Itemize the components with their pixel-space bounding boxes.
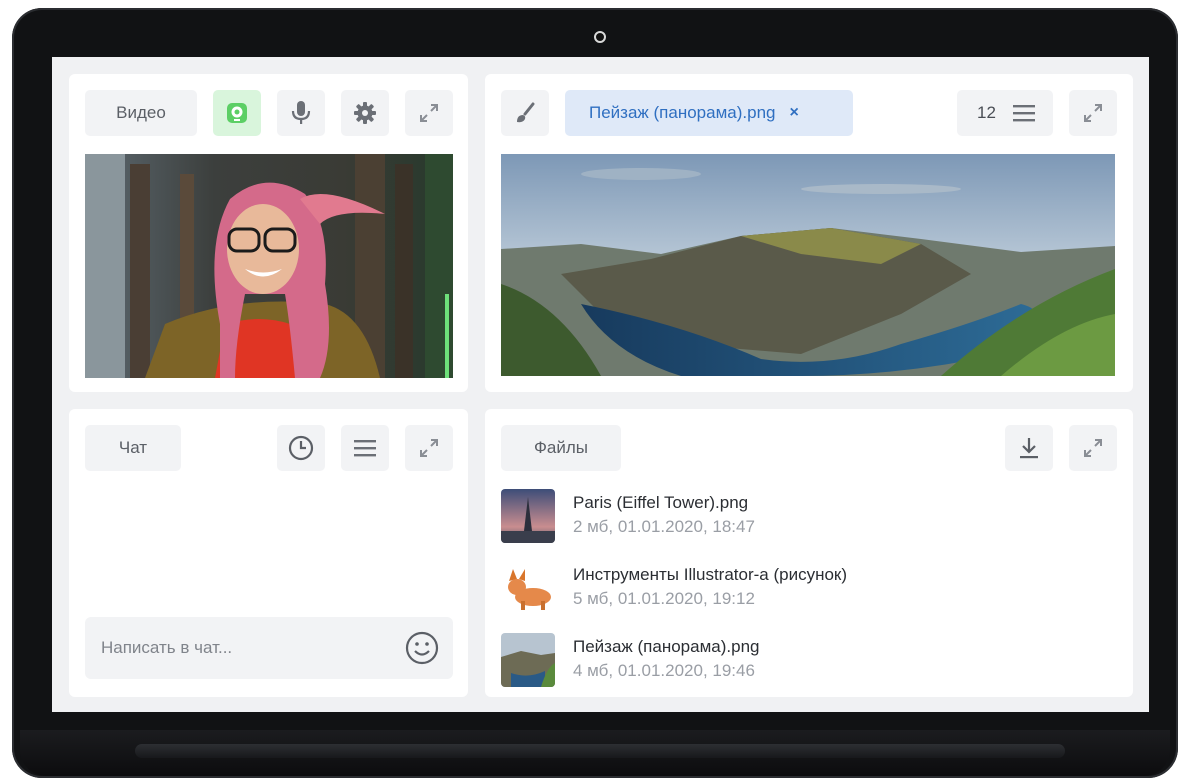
microphone-button[interactable]: [277, 90, 325, 136]
gear-icon: [354, 102, 376, 124]
file-meta: 2 мб, 01.01.2020, 18:47: [573, 517, 755, 536]
history-button[interactable]: [277, 425, 325, 471]
brush-icon: [517, 102, 535, 123]
close-file-button[interactable]: ×: [789, 104, 798, 122]
menu-icon: [1012, 105, 1035, 122]
laptop-hinge: [135, 744, 1065, 758]
webcam-toggle-button[interactable]: [213, 90, 261, 136]
video-panel: Видео: [69, 74, 468, 392]
chat-panel: Чат Написать в чат...: [69, 409, 468, 697]
expand-icon: [420, 104, 438, 122]
chat-input[interactable]: Написать в чат...: [85, 617, 453, 679]
file-thumbnail: [501, 489, 555, 543]
download-button[interactable]: [1005, 425, 1053, 471]
clock-icon: [288, 435, 314, 461]
chat-menu-button[interactable]: [341, 425, 389, 471]
expand-icon: [1084, 439, 1102, 457]
file-name: Paris (Eiffel Tower).png: [573, 493, 749, 512]
files-panel: Файлы Paris (Eiffel Tower).png 2 мб, 01.…: [485, 409, 1133, 697]
open-file-label: Пейзаж (панорама).png: [589, 103, 776, 122]
expand-viewer-button[interactable]: [1069, 90, 1117, 136]
app-screen: Видео Пейзаж (панорама).png × 12 Чат Нап…: [52, 57, 1149, 712]
file-item[interactable]: Инструменты Illustrator-a (рисунок) 5 мб…: [501, 561, 1061, 617]
microphone-icon: [291, 101, 311, 124]
video-feed: [85, 154, 453, 378]
expand-icon: [420, 439, 438, 457]
expand-files-button[interactable]: [1069, 425, 1117, 471]
tab-files[interactable]: Файлы: [501, 425, 621, 471]
file-meta: 5 мб, 01.01.2020, 19:12: [573, 589, 755, 608]
image-viewer-panel: Пейзаж (панорама).png × 12: [485, 74, 1133, 392]
settings-button[interactable]: [341, 90, 389, 136]
chat-input-placeholder: Написать в чат...: [101, 638, 233, 657]
file-thumbnail: [501, 561, 555, 615]
expand-chat-button[interactable]: [405, 425, 453, 471]
open-file-tab[interactable]: Пейзаж (панорама).png ×: [565, 90, 853, 136]
file-meta: 4 мб, 01.01.2020, 19:46: [573, 661, 755, 680]
tab-video[interactable]: Видео: [85, 90, 197, 136]
camera-icon: [594, 31, 606, 43]
layer-count: 12: [977, 103, 996, 122]
panorama-image: [501, 154, 1115, 376]
webcam-icon: [227, 103, 247, 123]
expand-video-button[interactable]: [405, 90, 453, 136]
file-thumbnail: [501, 633, 555, 687]
emoji-icon[interactable]: [405, 631, 439, 665]
menu-icon: [354, 440, 376, 457]
tab-chat[interactable]: Чат: [85, 425, 181, 471]
layer-counter-button[interactable]: 12: [957, 90, 1053, 136]
brush-tool-button[interactable]: [501, 90, 549, 136]
file-item[interactable]: Пейзаж (панорама).png 4 мб, 01.01.2020, …: [501, 633, 1061, 689]
file-name: Инструменты Illustrator-a (рисунок): [573, 565, 848, 584]
download-icon: [1020, 438, 1038, 459]
file-item[interactable]: Paris (Eiffel Tower).png 2 мб, 01.01.202…: [501, 489, 1061, 545]
file-name: Пейзаж (панорама).png: [573, 637, 760, 656]
expand-icon: [1084, 104, 1102, 122]
